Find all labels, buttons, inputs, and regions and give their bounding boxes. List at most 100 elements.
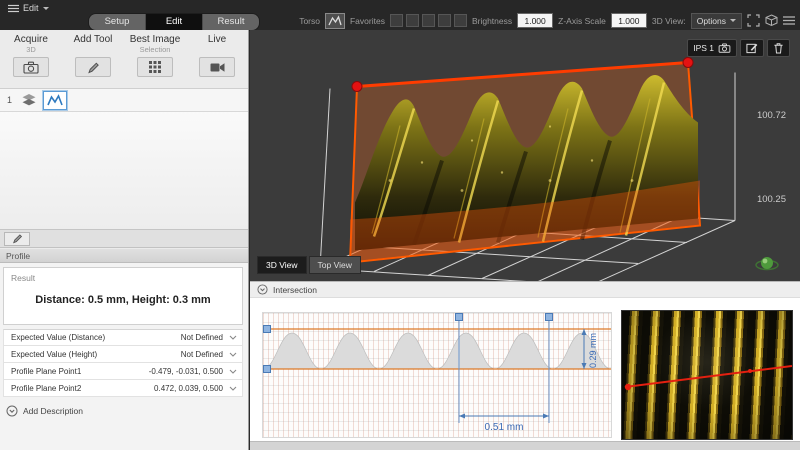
arrow-left bbox=[459, 414, 465, 419]
intersection-panel: Intersection 0.51 mm 0.29 mm bbox=[250, 281, 800, 441]
torso-label: Torso bbox=[299, 16, 320, 26]
annotate-button[interactable] bbox=[740, 39, 764, 57]
layer-index: 1 bbox=[7, 95, 15, 105]
add-description-button[interactable]: Add Description bbox=[6, 405, 83, 417]
favorite-slot-5[interactable] bbox=[454, 14, 467, 27]
zaxis-scale-input[interactable]: 1.000 bbox=[611, 13, 647, 28]
chevron-down-icon[interactable] bbox=[229, 369, 237, 374]
tab-edit[interactable]: Edit bbox=[146, 14, 203, 30]
red-endpoint[interactable] bbox=[625, 384, 631, 390]
fullscreen-button[interactable] bbox=[747, 14, 760, 27]
edit-menu[interactable]: Edit bbox=[8, 2, 49, 14]
intersection-line-overlay bbox=[622, 311, 792, 439]
property-value: -0.479, -0.031, 0.500 bbox=[149, 367, 223, 376]
handle-height-lower[interactable] bbox=[264, 366, 271, 373]
profile-section-header[interactable]: Profile bbox=[0, 249, 248, 263]
profile-tool-selected[interactable] bbox=[43, 91, 67, 110]
circle-chevron-icon bbox=[6, 405, 18, 417]
property-value: 0.472, 0.039, 0.500 bbox=[154, 384, 223, 393]
brightness-input[interactable]: 1.000 bbox=[517, 13, 553, 28]
hamburger-icon bbox=[8, 4, 19, 13]
acquire-label: Acquire bbox=[14, 34, 48, 45]
3d-viewport[interactable]: IPS 1 100.72 100.25 3D View Top View bbox=[250, 30, 800, 281]
pencil-icon bbox=[12, 233, 23, 244]
favorite-slot-4[interactable] bbox=[438, 14, 451, 27]
brightness-label: Brightness bbox=[472, 16, 512, 26]
top-view-button[interactable]: Top View bbox=[309, 256, 361, 274]
result-value: Distance: 0.5 mm, Height: 0.3 mm bbox=[4, 294, 242, 306]
property-value: Not Defined bbox=[181, 350, 223, 359]
property-row-plane-point2[interactable]: Profile Plane Point2 0.472, 0.039, 0.500 bbox=[3, 380, 243, 397]
layers-icon bbox=[21, 93, 37, 107]
orientation-gizmo[interactable] bbox=[754, 253, 780, 278]
favorite-slot-1[interactable] bbox=[390, 14, 403, 27]
add-tool-button[interactable] bbox=[75, 57, 111, 77]
view-mode-switch: 3D View Top View bbox=[257, 256, 361, 274]
plane-handle-right[interactable] bbox=[683, 58, 693, 68]
tab-setup[interactable]: Setup bbox=[89, 14, 146, 30]
property-value: Not Defined bbox=[181, 333, 223, 342]
edit-menu-label: Edit bbox=[23, 3, 39, 13]
3d-view-button[interactable]: 3D View bbox=[257, 256, 307, 274]
property-row-plane-point1[interactable]: Profile Plane Point1 -0.479, -0.031, 0.5… bbox=[3, 363, 243, 380]
list-icon bbox=[783, 15, 795, 26]
live-label: Live bbox=[208, 34, 226, 45]
intersection-red-line[interactable] bbox=[625, 366, 792, 387]
3d-cube-button[interactable] bbox=[765, 14, 778, 27]
arrow-right bbox=[543, 414, 549, 419]
pencil-icon bbox=[87, 61, 100, 74]
profile-curve bbox=[263, 333, 611, 369]
app-window: Edit Setup Edit Result Torso Favorites B… bbox=[0, 0, 800, 450]
expand-icon bbox=[747, 14, 760, 27]
favorites-label: Favorites bbox=[350, 16, 385, 26]
favorite-slot-2[interactable] bbox=[406, 14, 419, 27]
acquire-3d-button[interactable] bbox=[13, 57, 49, 77]
best-image-button[interactable] bbox=[137, 57, 173, 77]
red-midpoint bbox=[748, 369, 752, 373]
edit-profile-button[interactable] bbox=[4, 232, 30, 246]
viewport-buttons: IPS 1 bbox=[687, 39, 790, 57]
plane-handle-left[interactable] bbox=[352, 82, 362, 92]
trash-icon bbox=[773, 42, 784, 54]
3dview-options-dropdown[interactable]: Options bbox=[691, 13, 742, 29]
left-panel: Acquire 3D Add Tool Best Image Selection bbox=[0, 30, 249, 450]
arrow-up bbox=[582, 329, 587, 335]
height-dimension-label: 0.29 mm bbox=[588, 333, 598, 368]
profile-wave-icon bbox=[47, 94, 63, 106]
handle-distance-right[interactable] bbox=[546, 314, 553, 321]
handle-height-upper[interactable] bbox=[264, 326, 271, 333]
camera-icon bbox=[23, 61, 39, 74]
camera-icon bbox=[718, 43, 731, 53]
result-card: Result Distance: 0.5 mm, Height: 0.3 mm bbox=[3, 267, 243, 325]
layer-row-1[interactable]: 1 bbox=[0, 89, 248, 112]
layout-list-button[interactable] bbox=[783, 15, 795, 26]
torso-toggle-button[interactable] bbox=[325, 13, 345, 29]
intersection-title: Intersection bbox=[273, 285, 317, 295]
circle-chevron-icon bbox=[257, 284, 268, 295]
acquire-tool-group: Acquire 3D bbox=[0, 32, 62, 77]
ips-snapshot-button[interactable]: IPS 1 bbox=[687, 39, 737, 57]
live-view-button[interactable] bbox=[199, 57, 235, 77]
chevron-down-icon[interactable] bbox=[229, 335, 237, 340]
chevron-down-icon[interactable] bbox=[229, 386, 237, 391]
intersection-header[interactable]: Intersection bbox=[250, 282, 800, 298]
best-image-sub-label: Selection bbox=[140, 45, 171, 54]
chevron-down-icon[interactable] bbox=[229, 352, 237, 357]
profile-chart[interactable]: 0.51 mm 0.29 mm bbox=[262, 312, 612, 438]
z-axis-tick-upper: 100.72 bbox=[757, 110, 786, 121]
handle-distance-left[interactable] bbox=[456, 314, 463, 321]
favorite-slot-3[interactable] bbox=[422, 14, 435, 27]
3d-scene[interactable] bbox=[250, 30, 800, 281]
result-label: Result bbox=[11, 273, 35, 283]
3dview-label: 3D View: bbox=[652, 16, 686, 26]
profile-panel: Result Distance: 0.5 mm, Height: 0.3 mm … bbox=[0, 263, 248, 450]
delete-button[interactable] bbox=[767, 39, 790, 57]
property-row-expected-height[interactable]: Expected Value (Height) Not Defined bbox=[3, 346, 243, 363]
tab-result[interactable]: Result bbox=[203, 14, 259, 30]
grid-icon bbox=[149, 61, 161, 73]
profile-chart-overlay: 0.51 mm 0.29 mm bbox=[263, 313, 611, 437]
distance-dimension-label: 0.51 mm bbox=[485, 422, 524, 433]
mode-tabs: Setup Edit Result bbox=[88, 13, 260, 31]
property-row-expected-distance[interactable]: Expected Value (Distance) Not Defined bbox=[3, 329, 243, 346]
toolbar-controls: Torso Favorites Brightness 1.000 Z-Axis … bbox=[299, 12, 795, 29]
